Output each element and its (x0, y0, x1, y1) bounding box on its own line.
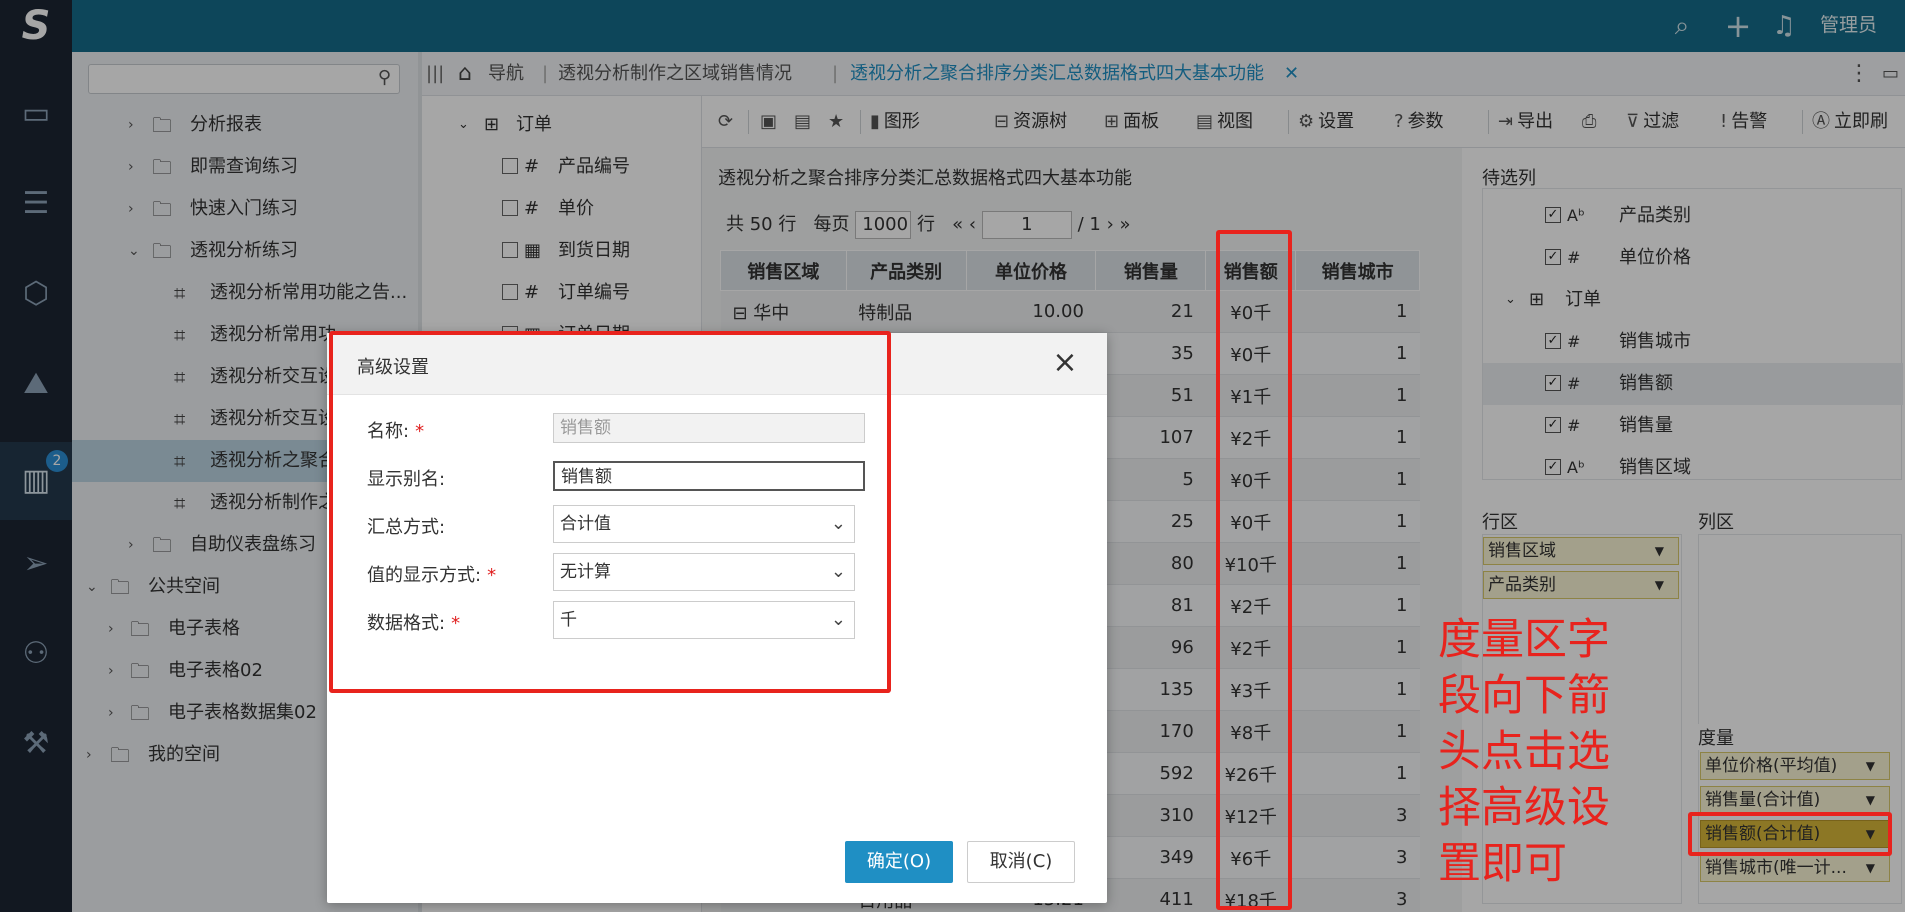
annotation-box-measure (1688, 812, 1892, 856)
annotation-box-dialog (329, 331, 891, 693)
annotation-note: 度量区字段向下箭头点击选择高级设置即可 (1438, 615, 1610, 889)
close-icon[interactable]: × (1045, 343, 1085, 383)
cancel-button[interactable]: 取消(C) (967, 841, 1075, 883)
ok-button[interactable]: 确定(O) (845, 841, 953, 883)
annotation-box-column (1216, 230, 1292, 910)
